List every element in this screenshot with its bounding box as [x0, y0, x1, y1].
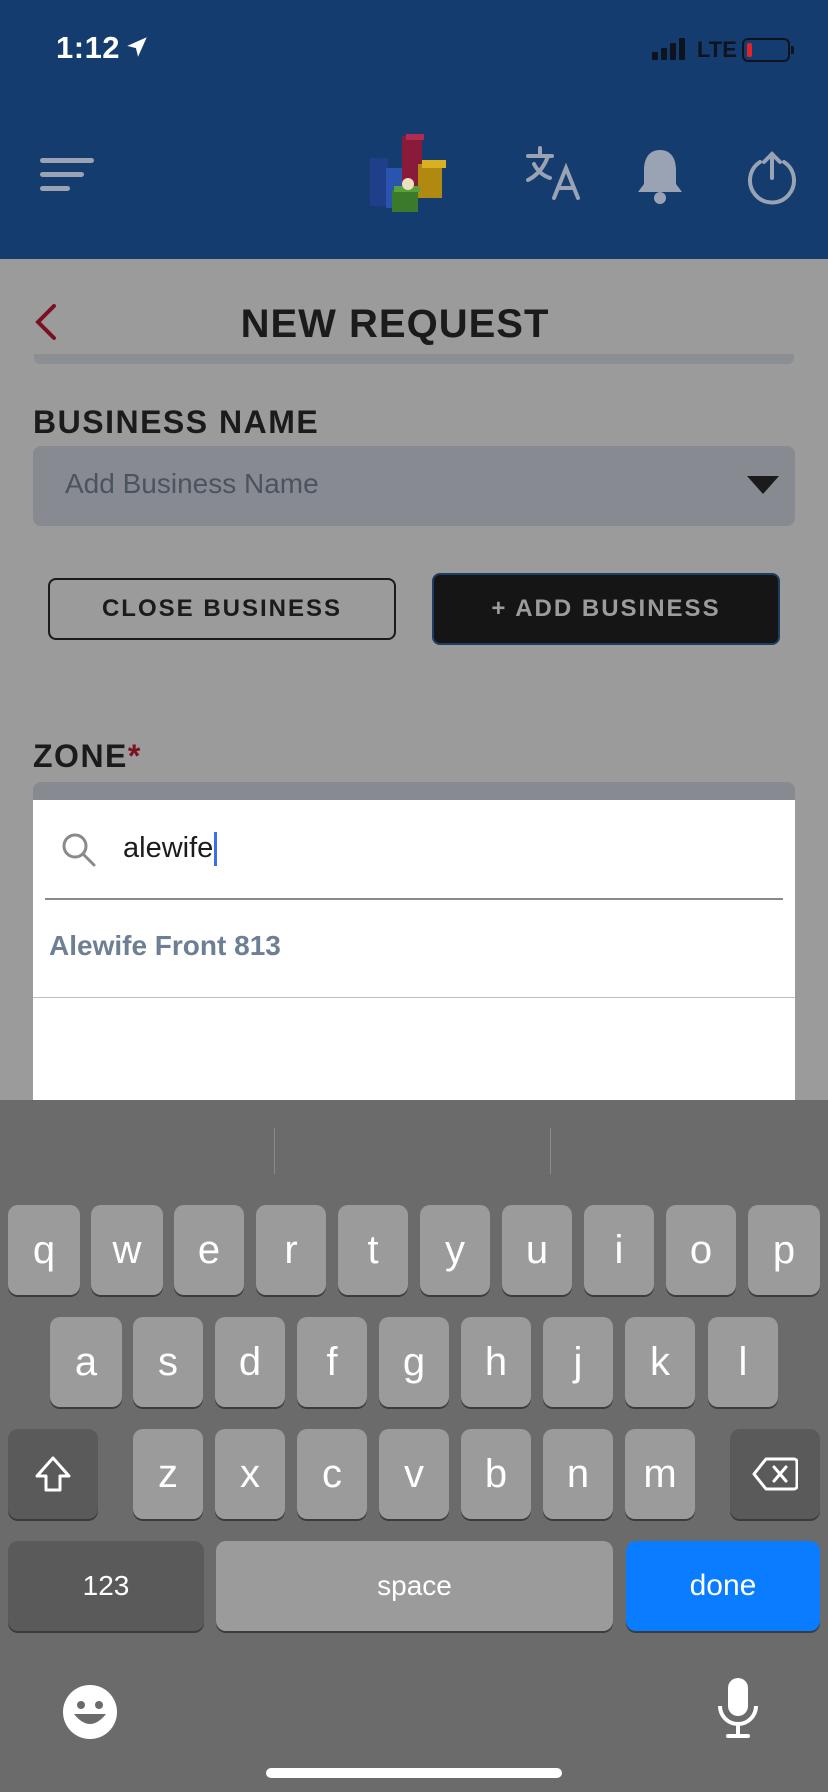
required-marker: *	[127, 738, 142, 774]
key-f[interactable]: f	[297, 1317, 367, 1407]
key-t[interactable]: t	[338, 1205, 408, 1295]
caret-down-icon	[747, 476, 779, 494]
shift-icon	[35, 1456, 71, 1492]
buildings-logo-icon[interactable]	[366, 134, 450, 218]
key-m[interactable]: m	[625, 1429, 695, 1519]
emoji-icon[interactable]	[62, 1684, 118, 1740]
zone-result-label: Alewife Front 813	[49, 930, 281, 961]
key-u[interactable]: u	[502, 1205, 572, 1295]
search-icon	[62, 833, 96, 867]
key-x[interactable]: x	[215, 1429, 285, 1519]
key-g[interactable]: g	[379, 1317, 449, 1407]
key-n[interactable]: n	[543, 1429, 613, 1519]
key-d[interactable]: d	[215, 1317, 285, 1407]
location-arrow-icon	[127, 37, 147, 57]
key-s[interactable]: s	[133, 1317, 203, 1407]
business-name-placeholder: Add Business Name	[65, 468, 319, 499]
key-j[interactable]: j	[543, 1317, 613, 1407]
key-k[interactable]: k	[625, 1317, 695, 1407]
key-y[interactable]: y	[420, 1205, 490, 1295]
status-bar: 1:12 LTE	[0, 0, 828, 100]
keyboard: q w e r t y u i o p a s d f g h j k l z …	[0, 1100, 828, 1792]
app-header: 1:12 LTE	[0, 0, 828, 259]
key-r[interactable]: r	[256, 1205, 326, 1295]
suggestion-divider	[550, 1128, 551, 1174]
key-v[interactable]: v	[379, 1429, 449, 1519]
business-name-select[interactable]: Add Business Name	[33, 446, 795, 526]
shift-key[interactable]	[8, 1429, 98, 1519]
key-z[interactable]: z	[133, 1429, 203, 1519]
divider	[34, 354, 794, 364]
key-l[interactable]: l	[708, 1317, 778, 1407]
space-key[interactable]: space	[216, 1541, 613, 1631]
menu-icon[interactable]	[40, 158, 94, 198]
zone-search-input[interactable]: alewife	[123, 832, 218, 867]
business-name-label: BUSINESS NAME	[33, 404, 320, 440]
translate-icon[interactable]	[524, 144, 582, 202]
key-b[interactable]: b	[461, 1429, 531, 1519]
status-time: 1:12	[56, 30, 121, 65]
key-a[interactable]: a	[50, 1317, 122, 1407]
zone-label-text: ZONE	[33, 738, 128, 774]
signal-icon	[652, 38, 685, 60]
bell-icon[interactable]	[634, 146, 686, 206]
key-w[interactable]: w	[91, 1205, 163, 1295]
page-title: NEW REQUEST	[240, 302, 550, 346]
backspace-icon	[752, 1457, 798, 1491]
battery-icon	[742, 38, 794, 62]
zone-result-item[interactable]: Alewife Front 813	[33, 900, 795, 998]
key-h[interactable]: h	[461, 1317, 531, 1407]
key-o[interactable]: o	[666, 1205, 736, 1295]
home-indicator	[266, 1768, 562, 1778]
key-q[interactable]: q	[8, 1205, 80, 1295]
suggestion-divider	[274, 1128, 275, 1174]
close-business-button[interactable]: CLOSE BUSINESS	[48, 578, 396, 640]
key-p[interactable]: p	[748, 1205, 820, 1295]
backspace-key[interactable]	[730, 1429, 820, 1519]
power-icon[interactable]	[746, 150, 798, 206]
key-i[interactable]: i	[584, 1205, 654, 1295]
microphone-icon[interactable]	[716, 1676, 760, 1740]
done-key[interactable]: done	[626, 1541, 820, 1631]
zone-dropdown: alewife Alewife Front 813	[33, 800, 795, 1100]
numbers-key[interactable]: 123	[8, 1541, 204, 1631]
text-cursor	[214, 832, 218, 867]
zone-search-value: alewife	[123, 832, 214, 864]
network-type: LTE	[697, 37, 737, 62]
key-c[interactable]: c	[297, 1429, 367, 1519]
add-business-button[interactable]: + ADD BUSINESS	[432, 573, 780, 645]
key-e[interactable]: e	[174, 1205, 244, 1295]
zone-label: ZONE*	[33, 738, 142, 775]
